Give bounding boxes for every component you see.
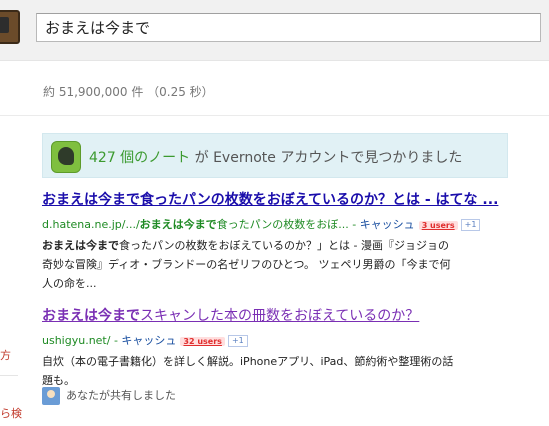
search-box[interactable]	[36, 13, 541, 42]
result-snippet: おまえは今まで食ったパンの枚数をおぼえているのか？」とは - 漫画『ジョジョの奇…	[42, 239, 451, 290]
search-input[interactable]	[37, 14, 533, 41]
left-nav-fragment[interactable]: 方	[0, 347, 11, 363]
plus-one-button[interactable]: +1	[227, 335, 248, 347]
shared-indicator: あなたが共有しました	[42, 387, 176, 405]
evernote-banner-text: 427 個のノート が Evernote アカウントで見つかりました	[89, 150, 463, 166]
evernote-banner[interactable]: 427 個のノート が Evernote アカウントで見つかりました	[42, 133, 508, 178]
avatar	[42, 387, 60, 405]
result-stats: 約 51,900,000 件 （0.25 秒）	[43, 85, 214, 99]
result-title-link[interactable]: おまえは今まで食ったパンの枚数をおぼえているのか？とは - はてな ...	[42, 189, 522, 209]
divider	[0, 115, 549, 116]
evernote-elephant-icon	[51, 141, 81, 173]
plus-one-button[interactable]: +1	[460, 219, 481, 231]
result-snippet: 自炊（本の電子書籍化）を詳しく解説。iPhoneアプリ、iPad、節約術や整理術…	[42, 355, 454, 387]
left-nav-fragment[interactable]: ら検	[0, 405, 22, 421]
hatena-users-badge[interactable]: 3 users	[418, 220, 458, 230]
app-logo-icon[interactable]	[0, 10, 20, 44]
cache-link[interactable]: キャッシュ	[121, 334, 176, 347]
result-title-link[interactable]: おまえは今までスキャンした本の冊数をおぼえているのか？	[42, 305, 522, 325]
top-bar	[0, 0, 549, 61]
search-result: おまえは今までスキャンした本の冊数をおぼえているのか？ ushigyu.net/…	[42, 305, 522, 390]
cache-link[interactable]: キャッシュ	[360, 218, 415, 231]
hatena-users-badge[interactable]: 32 users	[180, 336, 225, 346]
search-result: おまえは今まで食ったパンの枚数をおぼえているのか？とは - はてな ... d.…	[42, 189, 522, 293]
evernote-note-count[interactable]: 427 個のノート	[89, 150, 190, 166]
left-nav-divider	[0, 375, 18, 376]
shared-label: あなたが共有しました	[66, 389, 176, 402]
result-url: d.hatena.ne.jp/.../おまえは今まで食ったパンの枚数をおぼ...…	[42, 216, 522, 232]
result-url: ushigyu.net/ - キャッシュ 32 users +1	[42, 332, 522, 348]
